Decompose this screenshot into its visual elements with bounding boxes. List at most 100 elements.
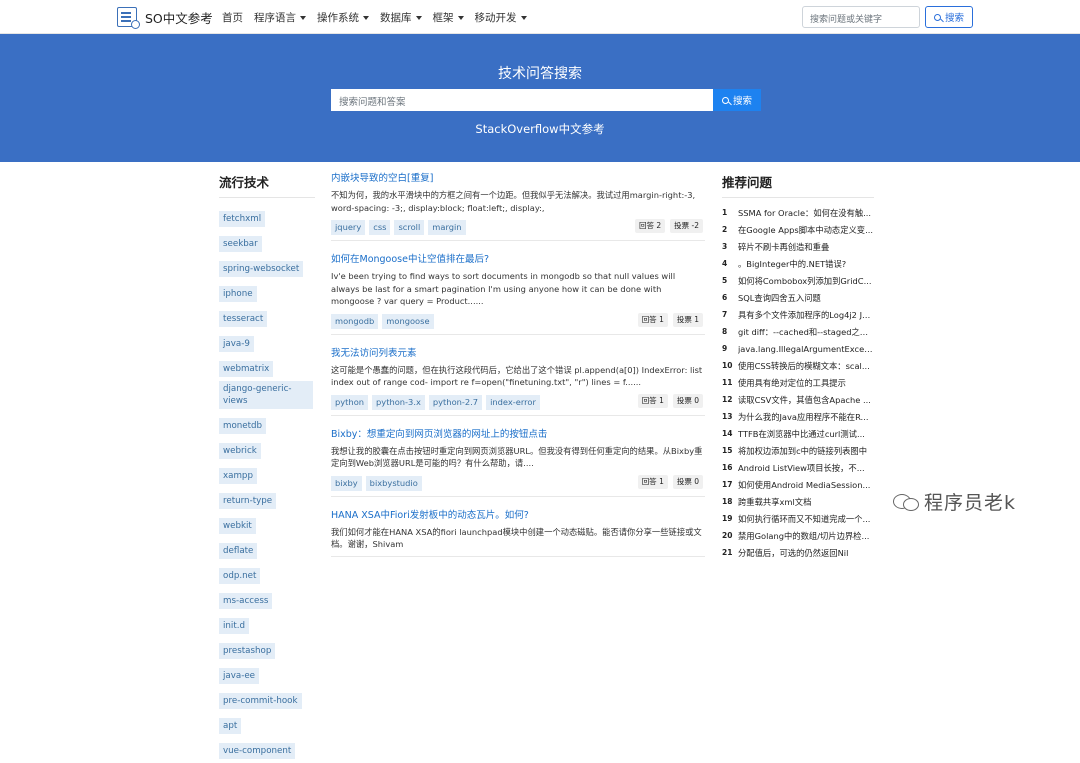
recommended-item-link[interactable]: Android ListView项目长按，不... <box>738 462 865 474</box>
tag-link[interactable]: apt <box>219 718 242 734</box>
hero-search-button[interactable]: 搜索 <box>713 89 761 111</box>
tag-wrapper: return-type <box>219 488 315 513</box>
recommended-item[interactable]: 18 跨重载共享xml文档 <box>722 493 874 510</box>
question-title-link[interactable]: 如何在Mongoose中让空值排在最后? <box>331 253 705 267</box>
rank-number: 18 <box>722 497 733 506</box>
recommended-item-link[interactable]: SSMA for Oracle：如何在没有触... <box>738 207 871 219</box>
tag-link[interactable]: seekbar <box>219 236 262 252</box>
question-title-link[interactable]: 内嵌块导致的空白[重复] <box>331 172 705 186</box>
tag-link[interactable]: webkit <box>219 518 256 534</box>
rank-number: 15 <box>722 446 733 455</box>
recommended-item-link[interactable]: 为什么我的Java应用程序不能在R... <box>738 411 868 423</box>
recommended-item[interactable]: 17 如何使用Android MediaSession... <box>722 476 874 493</box>
nav-item-database[interactable]: 数据库 <box>380 10 422 25</box>
caret-down-icon <box>415 15 422 20</box>
top-search-button[interactable]: 搜索 <box>925 6 973 28</box>
tag-link[interactable]: odp.net <box>219 568 261 584</box>
recommended-item[interactable]: 1 SSMA for Oracle：如何在没有触... <box>722 204 874 221</box>
tag-link[interactable]: init.d <box>219 618 250 634</box>
recommended-item[interactable]: 6 SQL查询四舍五入问题 <box>722 289 874 306</box>
tag-link[interactable]: bixbystudio <box>365 475 422 491</box>
nav-item-mobile[interactable]: 移动开发 <box>475 10 527 25</box>
brand[interactable]: SO中文参考 <box>117 7 213 29</box>
recommended-item[interactable]: 5 如何将Combobox列添加到GridC... <box>722 272 874 289</box>
recommended-item[interactable]: 12 读取CSV文件，其值包含Apache ... <box>722 391 874 408</box>
recommended-item[interactable]: 14 TTFB在浏览器中比通过curl测试... <box>722 425 874 442</box>
tag-link[interactable]: deflate <box>219 543 258 559</box>
nav-item-home[interactable]: 首页 <box>222 10 243 25</box>
question-title-link[interactable]: Bixby：想重定向到网页浏览器的网址上的按钮点击 <box>331 428 705 442</box>
recommended-item-link[interactable]: 如何使用Android MediaSession... <box>738 479 870 491</box>
recommended-item-link[interactable]: 禁用Golang中的数组/切片边界检... <box>738 530 869 542</box>
tag-link[interactable]: python <box>331 394 369 410</box>
recommended-item-link[interactable]: 使用CSS转换后的模糊文本：scal... <box>738 360 870 372</box>
rank-number: 11 <box>722 378 733 387</box>
recommended-item[interactable]: 7 具有多个文件添加程序的Log4j2 Js... <box>722 306 874 323</box>
question-title-link[interactable]: HANA XSA中Fiori发射板中的动态瓦片。如何? <box>331 509 705 523</box>
tag-link[interactable]: return-type <box>219 493 277 509</box>
tag-link[interactable]: vue-component <box>219 743 296 759</box>
tag-link[interactable]: xampp <box>219 468 257 484</box>
nav-item-frameworks[interactable]: 框架 <box>433 10 464 25</box>
tag-link[interactable]: spring-websocket <box>219 261 304 277</box>
recommended-item-link[interactable]: 读取CSV文件，其值包含Apache ... <box>738 394 871 406</box>
tag-link[interactable]: index-error <box>486 394 540 410</box>
recommended-item[interactable]: 8 git diff：--cached和--staged之间... <box>722 323 874 340</box>
tag-link[interactable]: css <box>369 220 391 235</box>
tag-link[interactable]: margin <box>428 220 466 235</box>
tag-link[interactable]: scroll <box>394 220 425 235</box>
tag-link[interactable]: mongoose <box>382 313 434 329</box>
recommended-item-link[interactable]: SQL查询四舍五入问题 <box>738 292 821 304</box>
tag-link[interactable]: java-ee <box>219 668 260 684</box>
nav-item-languages[interactable]: 程序语言 <box>254 10 306 25</box>
question-item: 内嵌块导致的空白[重复] 不知为何，我的水平滑块中的方框之间有一个边距。但我似乎无… <box>331 172 705 241</box>
recommended-item[interactable]: 4 。BigInteger中的.NET错误? <box>722 255 874 272</box>
tag-link[interactable]: tesseract <box>219 311 268 327</box>
tag-link[interactable]: mongodb <box>331 313 379 329</box>
recommended-item[interactable]: 20 禁用Golang中的数组/切片边界检... <box>722 527 874 544</box>
recommended-item-link[interactable]: 使用具有绝对定位的工具提示 <box>738 377 846 389</box>
top-search-input[interactable]: 搜索问题或关键字 <box>802 6 920 28</box>
recommended-item-link[interactable]: 将加权边添加到c中的链接列表图中 <box>738 445 867 457</box>
tag-link[interactable]: django-generic-views <box>219 381 313 409</box>
recommended-item-link[interactable]: 碎片不刷卡再创造和重叠 <box>738 241 829 253</box>
tag-link[interactable]: python-3.x <box>372 394 425 410</box>
recommended-item[interactable]: 13 为什么我的Java应用程序不能在R... <box>722 408 874 425</box>
hero-search-input[interactable]: 搜索问题和答案 <box>331 89 713 111</box>
tag-link[interactable]: prestashop <box>219 643 276 659</box>
recommended-item-link[interactable]: 如何将Combobox列添加到GridC... <box>738 275 872 287</box>
recommended-item-link[interactable]: TTFB在浏览器中比通过curl测试... <box>738 428 865 440</box>
tag-link[interactable]: webrick <box>219 443 261 459</box>
tag-link[interactable]: webmatrix <box>219 361 274 377</box>
recommended-item[interactable]: 3 碎片不刷卡再创造和重叠 <box>722 238 874 255</box>
question-stats: 回答 1 投票 0 <box>637 393 703 408</box>
recommended-item[interactable]: 2 在Google Apps脚本中动态定义变... <box>722 221 874 238</box>
recommended-item-link[interactable]: 。BigInteger中的.NET错误? <box>738 258 846 270</box>
recommended-item-link[interactable]: 在Google Apps脚本中动态定义变... <box>738 224 873 236</box>
recommended-item[interactable]: 16 Android ListView项目长按，不... <box>722 459 874 476</box>
tag-link[interactable]: java-9 <box>219 336 254 352</box>
recommended-item-link[interactable]: 分配值后，可选的仍然返回Nil <box>738 547 848 559</box>
tag-link[interactable]: python-2.7 <box>428 394 483 410</box>
recommended-item-link[interactable]: java.lang.IllegalArgumentExcept... <box>738 344 874 354</box>
tag-link[interactable]: ms-access <box>219 593 273 609</box>
recommended-item-link[interactable]: git diff：--cached和--staged之间... <box>738 326 874 338</box>
recommended-item[interactable]: 21 分配值后，可选的仍然返回Nil <box>722 544 874 561</box>
tag-link[interactable]: iphone <box>219 286 257 302</box>
recommended-item[interactable]: 19 如何执行循环而又不知道完成一个... <box>722 510 874 527</box>
rank-number: 21 <box>722 548 733 557</box>
tag-link[interactable]: fetchxml <box>219 211 266 227</box>
tag-link[interactable]: pre-commit-hook <box>219 693 302 709</box>
recommended-item[interactable]: 15 将加权边添加到c中的链接列表图中 <box>722 442 874 459</box>
recommended-item[interactable]: 10 使用CSS转换后的模糊文本：scal... <box>722 357 874 374</box>
recommended-item-link[interactable]: 如何执行循环而又不知道完成一个... <box>738 513 870 525</box>
recommended-item[interactable]: 11 使用具有绝对定位的工具提示 <box>722 374 874 391</box>
tag-link[interactable]: bixby <box>331 475 362 491</box>
tag-link[interactable]: jquery <box>331 220 366 235</box>
nav-item-os[interactable]: 操作系统 <box>317 10 369 25</box>
recommended-item[interactable]: 9 java.lang.IllegalArgumentExcept... <box>722 340 874 357</box>
question-title-link[interactable]: 我无法访问列表元素 <box>331 347 705 361</box>
recommended-item-link[interactable]: 跨重载共享xml文档 <box>738 496 811 508</box>
recommended-item-link[interactable]: 具有多个文件添加程序的Log4j2 Js... <box>738 309 874 321</box>
tag-link[interactable]: monetdb <box>219 418 267 434</box>
